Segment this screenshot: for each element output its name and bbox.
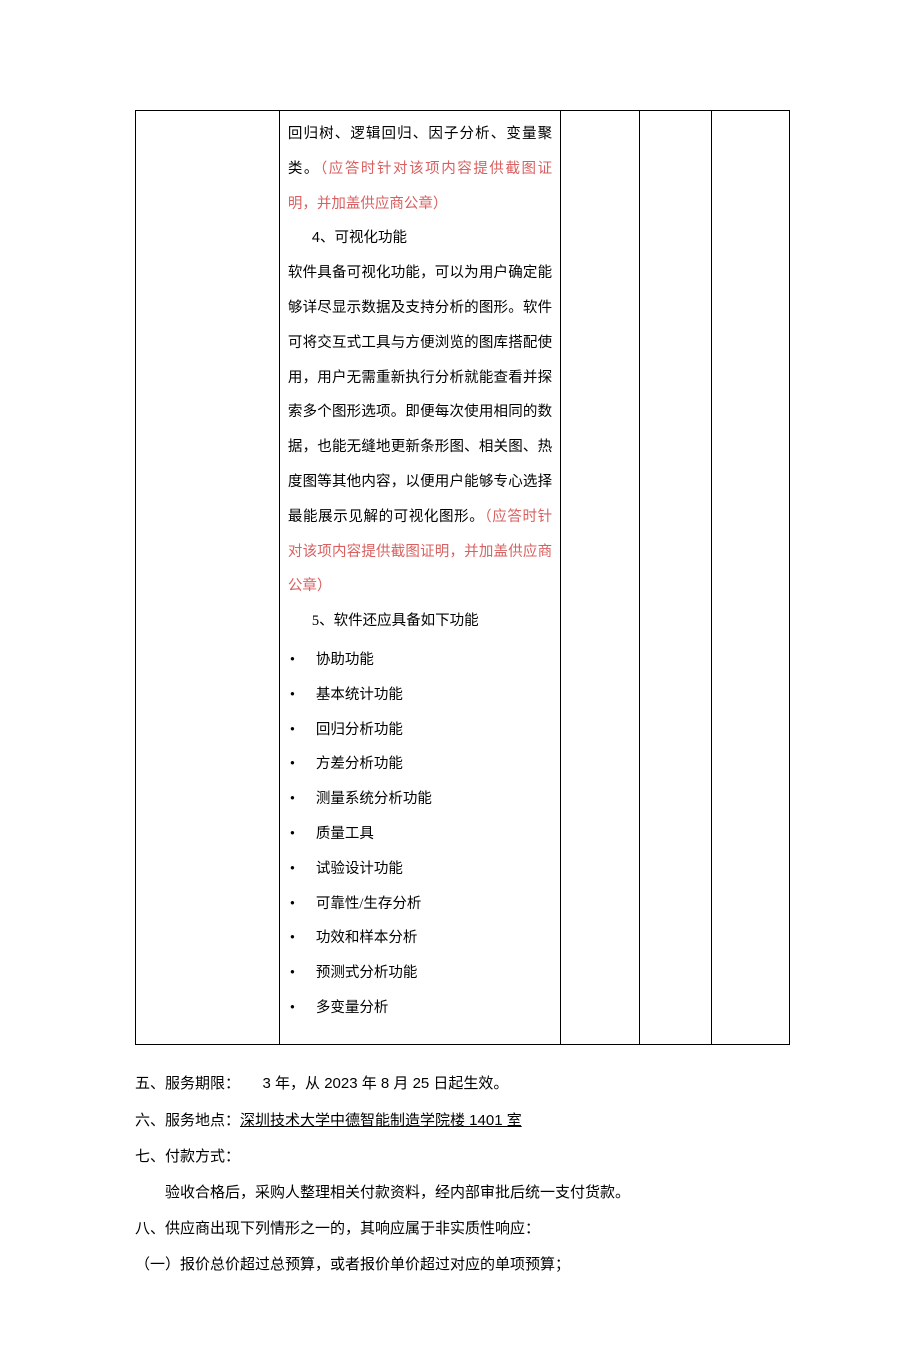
- bullet-dot-icon: •: [288, 643, 316, 678]
- bullet-dot-icon: •: [288, 921, 316, 956]
- bullet-dot-icon: •: [288, 678, 316, 713]
- cell-empty-5: [711, 111, 790, 1045]
- cell-empty-3: [561, 111, 639, 1045]
- section-six: 六、服务地点：深圳技术大学中德智能制造学院楼 1401 室: [135, 1104, 790, 1138]
- spec-table: 回归树、逻辑回归、因子分析、变量聚类。（应答时针对该项内容提供截图证明，并加盖供…: [135, 110, 790, 1045]
- list-item: •可靠性/生存分析: [288, 887, 552, 922]
- list-item: •预测式分析功能: [288, 956, 552, 991]
- bullet-dot-icon: •: [288, 887, 316, 922]
- bullet-dot-icon: •: [288, 747, 316, 782]
- list-item: •多变量分析: [288, 991, 552, 1026]
- list-item: •质量工具: [288, 817, 552, 852]
- list-item: •基本统计功能: [288, 678, 552, 713]
- sec4-title: 4、可视化功能: [288, 221, 552, 256]
- list-item: •协助功能: [288, 643, 552, 678]
- sec5-title: 5、软件还应具备如下功能: [288, 604, 552, 639]
- table-row: 回归树、逻辑回归、因子分析、变量聚类。（应答时针对该项内容提供截图证明，并加盖供…: [136, 111, 790, 1045]
- bullet-dot-icon: •: [288, 991, 316, 1026]
- bullet-dot-icon: •: [288, 956, 316, 991]
- list-item: •方差分析功能: [288, 747, 552, 782]
- bullet-dot-icon: •: [288, 782, 316, 817]
- cell-empty-4: [639, 111, 711, 1045]
- bullet-list: •协助功能 •基本统计功能 •回归分析功能 •方差分析功能 •测量系统分析功能 …: [288, 643, 552, 1026]
- cell-empty-1: [136, 111, 280, 1045]
- five-label: 五、服务期限：: [135, 1076, 240, 1092]
- six-label: 六、服务地点：: [135, 1113, 240, 1129]
- cell-content: 回归树、逻辑回归、因子分析、变量聚类。（应答时针对该项内容提供截图证明，并加盖供…: [279, 111, 560, 1045]
- text-note1: （应答时针对该项内容提供截图证明，并加盖供应商公章）: [288, 161, 552, 212]
- list-item: •回归分析功能: [288, 713, 552, 748]
- list-item: •测量系统分析功能: [288, 782, 552, 817]
- bullet-dot-icon: •: [288, 852, 316, 887]
- section-eight: 八、供应商出现下列情形之一的，其响应属于非实质性响应：: [135, 1213, 790, 1246]
- list-item: •试验设计功能: [288, 852, 552, 887]
- section-seven: 七、付款方式：: [135, 1141, 790, 1174]
- six-value: 深圳技术大学中德智能制造学院楼 1401 室: [240, 1112, 522, 1129]
- seven-body: 验收合格后，采购人整理相关付款资料，经内部审批后统一支付货款。: [135, 1177, 790, 1210]
- list-item: •功效和样本分析: [288, 921, 552, 956]
- bullet-dot-icon: •: [288, 713, 316, 748]
- section-five: 五、服务期限： 3 年，从 2023 年 8 月 25 日起生效。: [135, 1067, 790, 1101]
- eight-item-1: （一）报价总价超过总预算，或者报价单价超过对应的单项预算；: [135, 1249, 790, 1282]
- seven-label: 七、付款方式：: [135, 1149, 240, 1165]
- bullet-dot-icon: •: [288, 817, 316, 852]
- five-value: 3 年，从 2023 年 8 月 25 日起生效。: [263, 1075, 509, 1092]
- sec4-body: 软件具备可视化功能，可以为用户确定能够详尽显示数据及支持分析的图形。软件可将交互…: [288, 265, 552, 525]
